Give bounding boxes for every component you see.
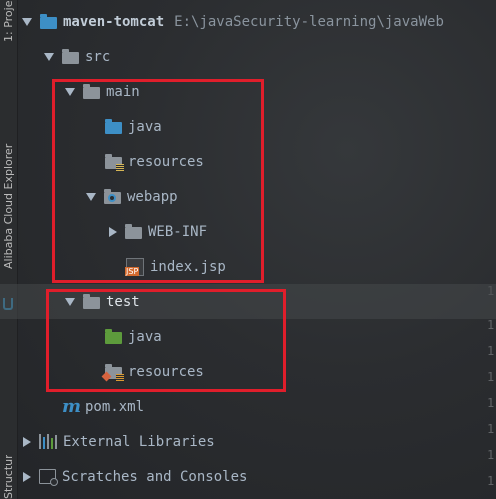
scratches-icon [39,469,58,486]
module-folder-icon [40,14,57,29]
external-libraries-label: External Libraries [63,433,215,450]
highlight-box-test [46,289,286,392]
chevron-right-icon[interactable] [23,471,31,482]
maven-icon: m [62,395,82,417]
root-label: maven-tomcat [63,13,165,30]
tree-item-root[interactable]: maven-tomcat E:\javaSecurity-learning\ja… [0,4,496,39]
pom-label: pom.xml [85,398,145,415]
scratches-label: Scratches and Consoles [62,468,248,485]
tree-item-scratches[interactable]: Scratches and Consoles [0,459,496,494]
chevron-down-icon[interactable] [22,17,32,26]
tree-item-external-libraries[interactable]: External Libraries [0,424,496,459]
tree-item-pom[interactable]: m pom.xml [0,389,496,424]
chevron-down-icon[interactable] [44,52,54,61]
highlight-box-main [52,79,264,283]
chevron-right-icon[interactable] [23,436,31,447]
tree-item-src[interactable]: src [0,39,496,74]
folder-icon [62,49,79,64]
root-path: E:\javaSecurity-learning\javaWeb [174,13,444,30]
src-label: src [85,48,111,65]
library-icon [39,434,57,449]
